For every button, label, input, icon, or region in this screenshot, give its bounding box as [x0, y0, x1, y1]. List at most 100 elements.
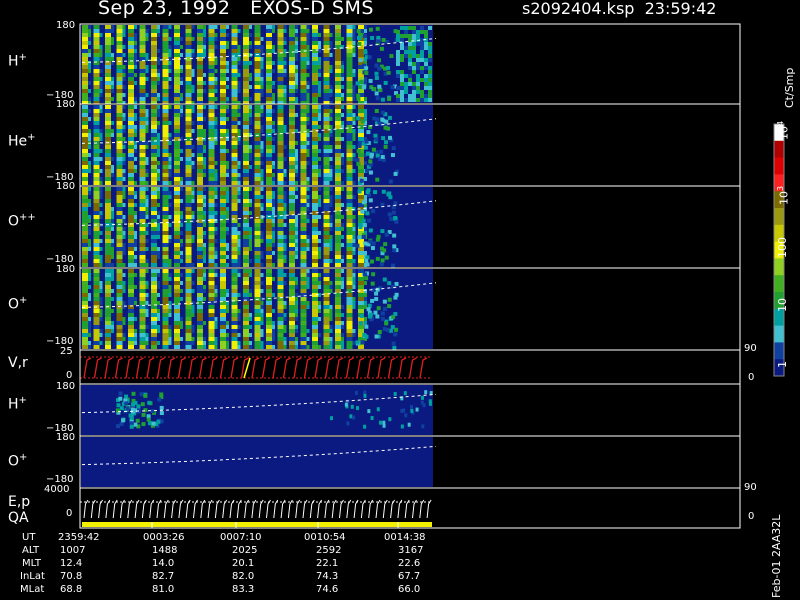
spectra-cell: [134, 239, 137, 243]
spectra-cell: [139, 113, 146, 117]
spectra-cell: [335, 37, 341, 41]
spectra-cell: [116, 109, 123, 113]
spectra-cell: [390, 85, 395, 90]
spectra-cell: [266, 41, 272, 45]
spectra-cell: [400, 38, 404, 42]
spectra-cell: [277, 207, 284, 211]
spectra-cell: [358, 301, 364, 305]
spectra-cell: [231, 109, 238, 113]
spectra-cell: [370, 281, 375, 286]
spectra-cell: [157, 161, 160, 165]
spectra-cell: [412, 90, 416, 94]
spectra-cell: [312, 109, 318, 113]
spectra-cell: [203, 117, 206, 121]
spectra-cell: [295, 89, 298, 93]
spectra-cell: [237, 109, 241, 113]
spectra-cell: [220, 285, 226, 289]
spectra-cell: [151, 77, 157, 81]
spectra-cell: [323, 61, 330, 65]
spectra-cell: [335, 235, 341, 239]
spectra-cell: [352, 235, 356, 239]
spectra-cell: [162, 161, 169, 165]
spectra-cell: [220, 105, 226, 109]
spectra-cell: [237, 317, 241, 321]
spectra-cell: [412, 86, 416, 90]
spectra-cell: [318, 273, 321, 277]
spectra-cell: [412, 66, 416, 70]
spectra-cell: [105, 203, 111, 207]
spectra-cell: [277, 53, 284, 57]
tick-vr-min: 0: [66, 370, 73, 381]
spectra-cell: [335, 85, 341, 89]
spectra-cell: [134, 97, 137, 101]
spectra-cell: [151, 207, 157, 211]
spectra-cell: [249, 317, 252, 321]
spectra-cell: [203, 235, 206, 239]
spectra-cell: [174, 281, 180, 285]
spectra-cell: [128, 177, 134, 181]
spectra-cell: [203, 195, 206, 199]
spectra-cell: [375, 256, 380, 261]
spectra-cell: [231, 121, 238, 125]
spectra-cell: [214, 297, 218, 301]
spectra-cell: [323, 153, 330, 157]
spectra-cell: [295, 345, 298, 349]
spectra-cell: [404, 50, 408, 54]
spectra-cell: [272, 321, 275, 325]
spectra-cell: [220, 321, 226, 325]
spectra-cell: [428, 98, 432, 102]
spectra-cell: [82, 169, 88, 173]
spectra-cell: [231, 169, 238, 173]
spectra-cell: [197, 317, 203, 321]
spectra-cell: [358, 89, 364, 93]
spectra-cell: [116, 301, 123, 305]
spectra-cell: [139, 81, 146, 85]
spectra-cell: [318, 137, 321, 141]
spectra-cell: [208, 195, 215, 199]
spectra-cell: [260, 177, 264, 181]
spectra-cell: [254, 45, 261, 49]
spectra-cell: [134, 211, 137, 215]
spectra-cell: [266, 269, 272, 273]
spectra-cell: [208, 289, 215, 293]
spectra-cell: [145, 247, 149, 251]
spectra-cell: [128, 29, 134, 33]
spectra-cell: [82, 255, 88, 259]
spectra-cell: [105, 177, 111, 181]
spectra-cell: [352, 305, 356, 309]
spectra-cell: [295, 33, 298, 37]
spectra-cell: [364, 305, 367, 309]
spectra-cell: [368, 312, 373, 317]
spectra-cell: [220, 129, 226, 133]
spectra-cell: [136, 409, 141, 414]
spectra-cell: [335, 321, 341, 325]
spectra-cell: [289, 65, 295, 69]
spectra-cell: [180, 243, 183, 247]
spectra-cell: [162, 125, 169, 129]
spectra-cell: [162, 69, 169, 73]
spectra-cell: [393, 171, 398, 176]
spectra-cell: [260, 141, 264, 145]
spectra-cell: [352, 223, 356, 227]
spectra-cell: [335, 141, 341, 145]
spectra-cell: [82, 129, 88, 133]
spectra-cell: [185, 293, 192, 297]
spectra-cell: [231, 153, 238, 157]
spectra-cell: [329, 177, 333, 181]
spectra-cell: [364, 29, 367, 33]
spectra-cell: [151, 211, 157, 215]
spectra-cell: [300, 285, 307, 289]
spectra-cell: [254, 281, 261, 285]
spectra-cell: [358, 329, 364, 333]
spectra-cell: [243, 263, 249, 267]
ephem-cell: 0007:10: [220, 532, 262, 543]
spectra-cell: [208, 243, 215, 247]
spectra-cell: [220, 37, 226, 41]
spectra-cell: [151, 81, 157, 85]
spectra-cell: [99, 187, 103, 191]
spectra-cell: [346, 263, 353, 267]
label-v-r: V,r: [8, 355, 28, 371]
spectra-cell: [356, 29, 361, 34]
spectra-cell: [254, 37, 261, 41]
spectra-cell: [185, 203, 192, 207]
